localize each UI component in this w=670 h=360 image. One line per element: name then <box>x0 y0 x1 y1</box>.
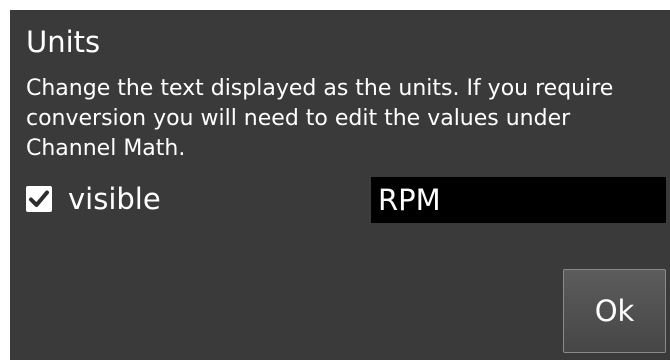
visible-checkbox-row[interactable]: visible <box>26 179 161 219</box>
units-dialog: Units Change the text displayed as the u… <box>10 10 670 360</box>
visible-checkbox-label[interactable]: visible <box>68 181 161 217</box>
checkmark-icon <box>29 190 49 207</box>
visible-checkbox[interactable] <box>26 186 52 212</box>
dialog-title: Units <box>26 25 101 59</box>
ok-button[interactable]: Ok <box>563 269 666 353</box>
units-text-field[interactable] <box>371 177 666 223</box>
dialog-description: Change the text displayed as the units. … <box>26 76 614 161</box>
